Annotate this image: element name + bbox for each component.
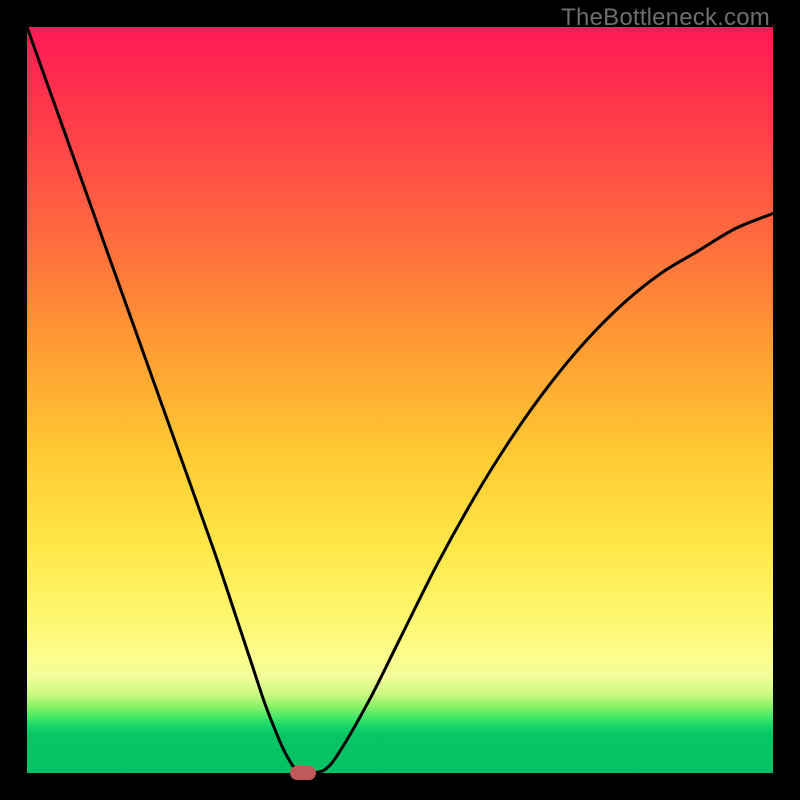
optimal-marker [290, 766, 316, 780]
bottleneck-curve [27, 27, 773, 773]
chart-frame: TheBottleneck.com [0, 0, 800, 800]
curve-path [27, 27, 773, 773]
watermark-text: TheBottleneck.com [561, 4, 770, 32]
